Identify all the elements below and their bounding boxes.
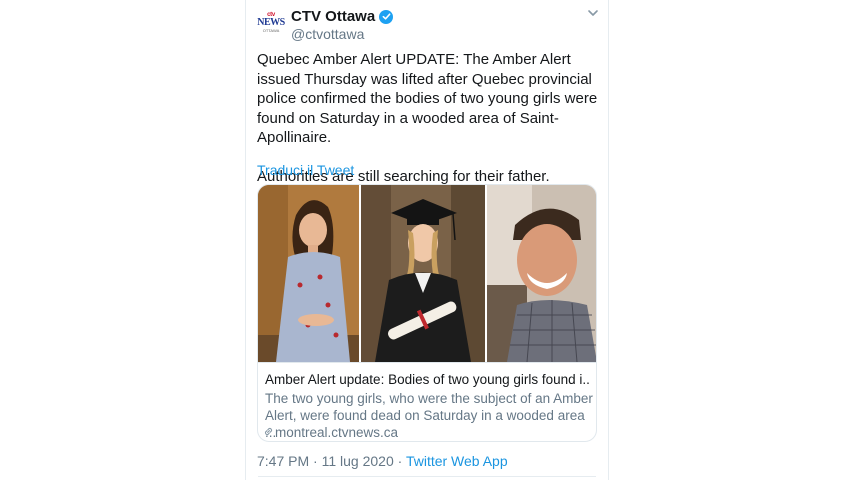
card-photo-man [486,185,596,362]
card-image-strip[interactable] [258,185,596,362]
avatar-logo-bottom: OTTAWA [262,27,280,33]
card-photo-girl-graduation [361,185,485,362]
author-handle[interactable]: @ctvottawa [291,26,364,42]
avatar[interactable]: ctv NEWS OTTAWA [257,8,285,36]
meta-separator: · [309,453,322,469]
tweet-meta: 7:47 PM · 11 lug 2020 · Twitter Web App [257,453,508,469]
divider [258,476,596,477]
translate-tweet-link[interactable]: Traduci il Tweet [257,162,354,178]
tweet-paragraph: Quebec Amber Alert UPDATE: The Amber Ale… [257,51,598,146]
card-domain[interactable]: montreal.ctvnews.ca [263,425,398,440]
author-display-name[interactable]: CTV Ottawa [291,8,375,25]
tweet-date[interactable]: 11 lug 2020 [322,453,394,469]
card-photo-girl-dress [258,185,360,362]
avatar-logo-mid: NEWS [257,16,285,28]
link-icon [263,425,274,440]
card-domain-text[interactable]: montreal.ctvnews.ca [275,425,398,440]
chevron-down-icon[interactable] [586,6,600,20]
tweet-source[interactable]: Twitter Web App [406,453,508,469]
card-body[interactable]: Amber Alert update: Bodies of two young … [258,362,596,440]
verified-badge-icon [379,9,394,24]
tweet-time[interactable]: 7:47 PM [257,453,309,469]
meta-separator: · [393,453,406,469]
author-name-row[interactable]: CTV Ottawa [291,8,394,25]
link-card[interactable]: Amber Alert update: Bodies of two young … [257,184,597,442]
card-title[interactable]: Amber Alert update: Bodies of two young … [265,372,591,387]
